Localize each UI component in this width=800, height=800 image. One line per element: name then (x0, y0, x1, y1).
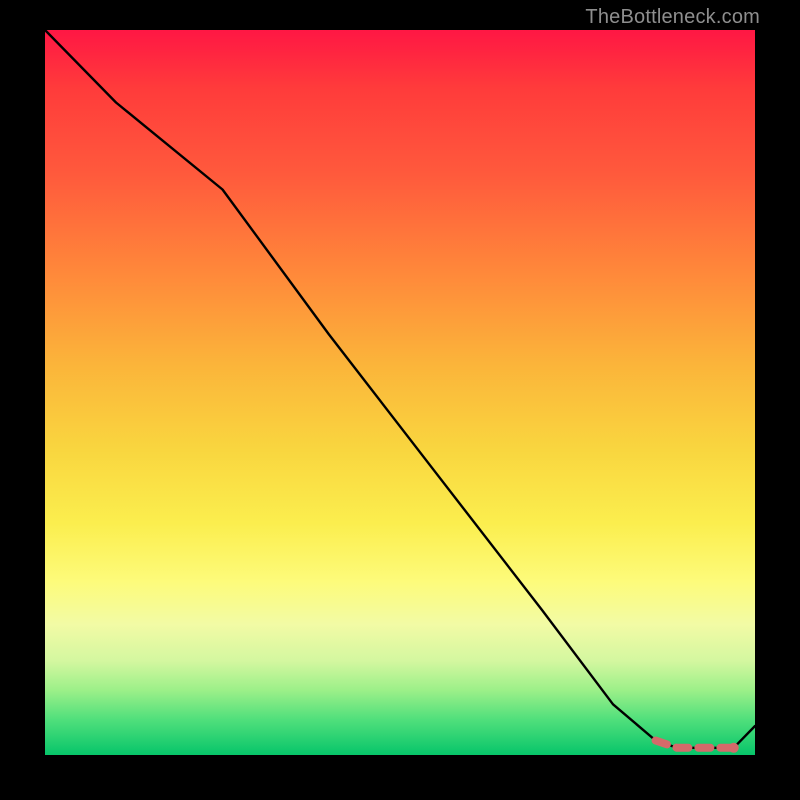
series-highlight-end-dot (729, 743, 739, 753)
watermark-label: TheBottleneck.com (585, 6, 760, 29)
series-highlight-line (656, 741, 734, 748)
chart-frame: TheBottleneck.com (0, 0, 800, 800)
plot-area (45, 30, 755, 755)
series-main-line (45, 30, 755, 748)
bottleneck-line-chart (45, 30, 755, 755)
